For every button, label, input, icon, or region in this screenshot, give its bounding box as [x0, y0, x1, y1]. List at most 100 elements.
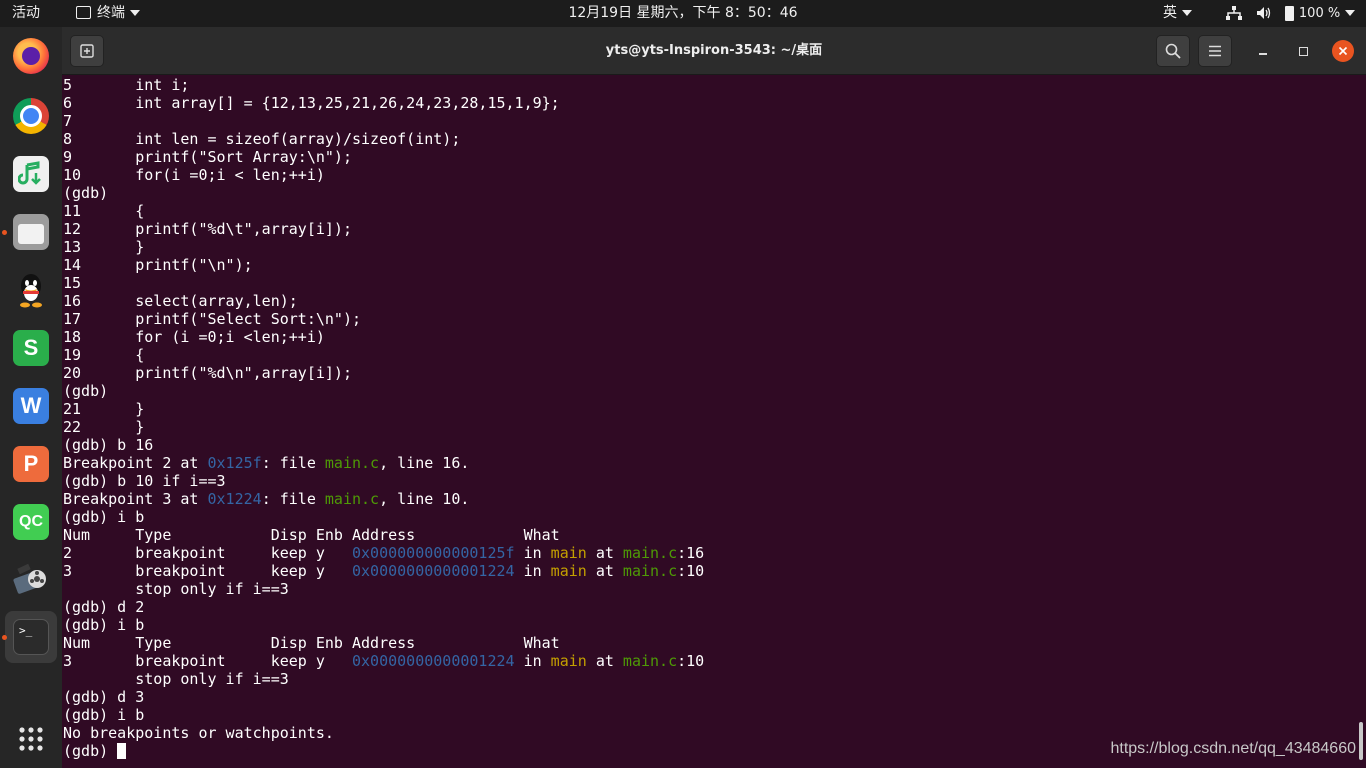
activities-button[interactable]: 活动 — [12, 0, 40, 27]
terminal-text: in — [514, 652, 551, 670]
terminal-icon[interactable]: >_ — [13, 619, 49, 655]
music-downloader-icon[interactable] — [13, 156, 49, 192]
wps-presentation-icon[interactable]: P — [13, 446, 49, 482]
running-indicator — [2, 230, 7, 235]
terminal-line: (gdb) i b — [63, 508, 1353, 526]
terminal-text: 20 printf("%d\n",array[i]); — [63, 364, 352, 382]
scrollbar[interactable] — [1359, 722, 1363, 760]
terminal-line: 22 } — [63, 418, 1353, 436]
clock[interactable]: 12月19日 星期六，下午 8：50：46 — [568, 5, 797, 21]
terminal-line: 11 { — [63, 202, 1353, 220]
minimize-button[interactable] — [1252, 40, 1274, 62]
watermark: https://blog.csdn.net/qq_43484660 — [1110, 740, 1356, 757]
terminal-line: 9 printf("Sort Array:\n"); — [63, 148, 1353, 166]
terminal-func-text: main — [550, 544, 587, 562]
terminal-text: , line 16. — [379, 454, 470, 472]
terminal-file-text: main.c — [622, 544, 678, 562]
terminal-text: 5 int i; — [63, 76, 190, 94]
close-icon — [1338, 46, 1348, 56]
terminal-line: (gdb) d 2 — [63, 598, 1353, 616]
terminal-text: 19 { — [63, 346, 145, 364]
terminal-text: in — [514, 544, 551, 562]
terminal-text: :16 — [677, 544, 705, 562]
search-button[interactable] — [1156, 35, 1190, 67]
network-icon — [1226, 6, 1242, 20]
terminal-line: 8 int len = sizeof(array)/sizeof(int); — [63, 130, 1353, 148]
terminal-text: (gdb) — [63, 382, 109, 400]
terminal-line: 12 printf("%d\t",array[i]); — [63, 220, 1353, 238]
maximize-button[interactable] — [1292, 40, 1314, 62]
chrome-icon[interactable] — [13, 98, 49, 134]
restore-icon — [1298, 46, 1308, 56]
terminal-line: 20 printf("%d\n",array[i]); — [63, 364, 1353, 382]
terminal-text: :10 — [677, 562, 705, 580]
terminal-text: at — [586, 544, 623, 562]
show-applications-icon[interactable] — [13, 721, 49, 757]
dock: S W P QC >_ — [0, 27, 62, 768]
search-icon — [1165, 43, 1181, 59]
terminal-line: 6 int array[] = {12,13,25,21,26,24,23,28… — [63, 94, 1353, 112]
menu-button[interactable] — [1198, 35, 1232, 67]
files-icon[interactable] — [13, 214, 49, 250]
close-button[interactable] — [1332, 40, 1354, 62]
terminal-text: No breakpoints or watchpoints. — [63, 724, 334, 742]
input-method-indicator[interactable]: 英 — [1163, 0, 1192, 27]
terminal-text: Num Type Disp Enb Address What — [63, 526, 560, 544]
terminal-text: 6 int array[] = {12,13,25,21,26,24,23,28… — [63, 94, 560, 112]
terminal-text: Num Type Disp Enb Address What — [63, 634, 560, 652]
terminal-line: Breakpoint 2 at 0x125f: file main.c, lin… — [63, 454, 1353, 472]
terminal-addr-text: 0x0000000000001224 — [351, 652, 515, 670]
wps-writer-icon[interactable]: W — [13, 388, 49, 424]
terminal-line: 7 — [63, 112, 1353, 130]
battery-icon — [1284, 5, 1294, 21]
terminal-text: (gdb) — [63, 184, 109, 202]
terminal-line: 18 for (i =0;i <len;++i) — [63, 328, 1353, 346]
terminal-line: 3 breakpoint keep y 0x0000000000001224 i… — [63, 562, 1353, 580]
terminal-text: (gdb) d 2 — [63, 598, 145, 616]
terminal-text: 12 printf("%d\t",array[i]); — [63, 220, 352, 238]
terminal-file-text: main.c — [324, 490, 380, 508]
terminal-text: 7 — [63, 112, 73, 130]
terminal-line: 17 printf("Select Sort:\n"); — [63, 310, 1353, 328]
qq-icon[interactable] — [13, 272, 49, 308]
terminal-addr-text: 0x1224 — [207, 490, 262, 508]
terminal-line: 16 select(array,len); — [63, 292, 1353, 310]
terminal-text: (gdb) i b — [63, 706, 145, 724]
system-status-menu[interactable]: 100 % — [1226, 0, 1356, 27]
top-bar: 活动 终端 12月19日 星期六，下午 8：50：46 英 100 % — [0, 0, 1366, 27]
terminal-line: (gdb) i b — [63, 706, 1353, 724]
terminal-text: 21 } — [63, 400, 145, 418]
terminal-small-icon — [76, 5, 91, 19]
terminal-line: 10 for(i =0;i < len;++i) — [63, 166, 1353, 184]
firefox-icon[interactable] — [13, 38, 49, 74]
terminal-text: :10 — [677, 652, 705, 670]
terminal-line: Num Type Disp Enb Address What — [63, 526, 1353, 544]
terminal-text: : file — [261, 454, 325, 472]
input-method-label: 英 — [1163, 5, 1177, 21]
terminal-line: 14 printf("\n"); — [63, 256, 1353, 274]
terminal-output[interactable]: 5 int i; 6 int array[] = {12,13,25,21,26,… — [63, 76, 1353, 766]
qt-creator-icon[interactable]: QC — [13, 504, 49, 540]
terminal-line: (gdb) b 10 if i==3 — [63, 472, 1353, 490]
chevron-down-icon — [1345, 10, 1356, 16]
app-menu[interactable]: 终端 — [76, 0, 140, 27]
terminal-line: stop only if i==3 — [63, 580, 1353, 598]
terminal-text: 13 } — [63, 238, 145, 256]
wps-spreadsheets-icon[interactable]: S — [13, 330, 49, 366]
terminal-line: 21 } — [63, 400, 1353, 418]
terminal-text: (gdb) i b — [63, 508, 145, 526]
clock-container: 12月19日 星期六，下午 8：50：46 — [0, 0, 1366, 27]
terminal-text: , line 10. — [379, 490, 470, 508]
terminal-window: yts@yts-Inspiron-3543: ~/桌面 5 int i; 6 in… — [62, 27, 1366, 768]
terminal-addr-text: 0x125f — [207, 454, 262, 472]
video-editor-icon[interactable] — [13, 561, 49, 597]
terminal-text: 3 breakpoint keep y — [63, 562, 352, 580]
terminal-file-text: main.c — [324, 454, 380, 472]
terminal-text: at — [586, 652, 623, 670]
terminal-text: in — [514, 562, 551, 580]
title-bar[interactable]: yts@yts-Inspiron-3543: ~/桌面 — [62, 27, 1366, 75]
terminal-text: Breakpoint 2 at — [63, 454, 208, 472]
terminal-line: 13 } — [63, 238, 1353, 256]
terminal-text: 3 breakpoint keep y — [63, 652, 352, 670]
terminal-text: 18 for (i =0;i <len;++i) — [63, 328, 325, 346]
